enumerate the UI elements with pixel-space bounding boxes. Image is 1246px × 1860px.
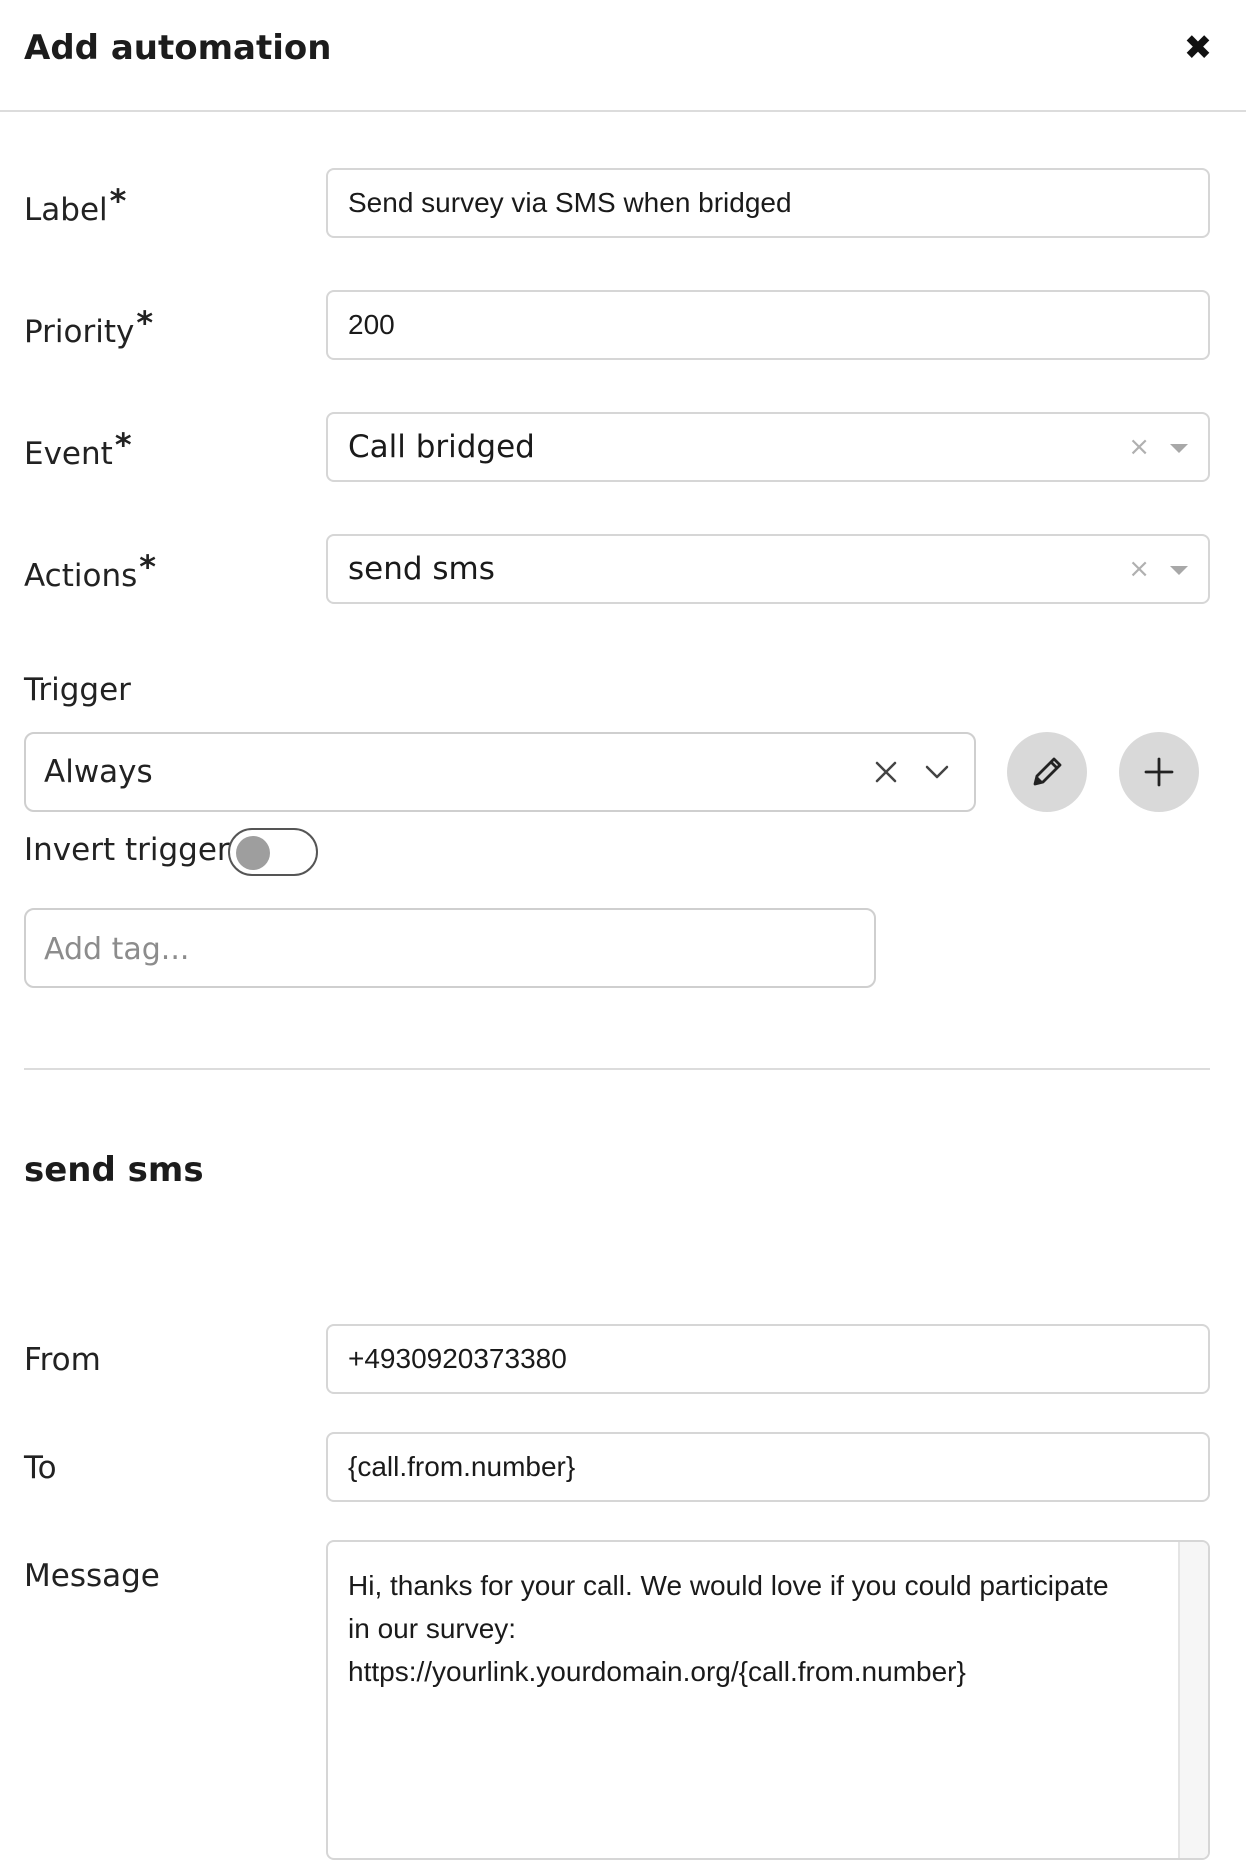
event-field-label-text: Event [24, 436, 113, 472]
toggle-knob [236, 836, 270, 870]
event-field-label: Event* [24, 426, 132, 472]
from-input[interactable]: +4930920373380 [326, 1324, 1210, 1394]
required-marker: * [139, 548, 156, 586]
to-input[interactable]: {call.from.number} [326, 1432, 1210, 1502]
dialog-title: Add automation [24, 28, 332, 68]
label-input[interactable]: Send survey via SMS when bridged [326, 168, 1210, 238]
trigger-select-value: Always [44, 754, 153, 790]
actions-select[interactable]: send sms × [326, 534, 1210, 604]
tag-input-box[interactable] [24, 908, 876, 988]
invert-trigger-label: Invert trigger [24, 832, 230, 868]
priority-field-label-text: Priority [24, 314, 135, 350]
label-input-value: Send survey via SMS when bridged [348, 187, 792, 218]
caret-down-icon[interactable] [1170, 444, 1188, 453]
message-field-label: Message [24, 1558, 160, 1594]
tag-input[interactable] [42, 924, 846, 974]
message-line: https://yourlink.yourdomain.org/{call.fr… [348, 1656, 966, 1687]
add-trigger-button[interactable] [1119, 732, 1199, 812]
trigger-label: Trigger [24, 672, 131, 708]
message-textarea[interactable]: Hi, thanks for your call. We would love … [326, 1540, 1210, 1860]
required-marker: * [114, 426, 132, 464]
priority-input[interactable]: 200 [326, 290, 1210, 360]
close-icon[interactable]: ✖ [1180, 28, 1216, 68]
message-line: in our survey: [348, 1613, 517, 1644]
section-divider [24, 1068, 1210, 1070]
to-input-value: {call.from.number} [348, 1451, 576, 1482]
caret-down-icon[interactable] [1170, 566, 1188, 575]
pencil-icon [1033, 757, 1062, 786]
priority-input-value: 200 [348, 309, 395, 340]
from-input-value: +4930920373380 [348, 1343, 567, 1374]
required-marker: * [109, 182, 127, 220]
invert-trigger-toggle[interactable] [228, 828, 318, 876]
required-marker: * [136, 304, 154, 342]
label-field-label: Label* [24, 182, 126, 228]
to-field-label: To [24, 1450, 57, 1486]
clear-icon[interactable]: × [1128, 536, 1150, 602]
actions-field-label: Actions* [24, 548, 156, 594]
message-line: Hi, thanks for your call. We would love … [348, 1570, 1109, 1601]
section-title: send sms [24, 1150, 204, 1190]
message-text: Hi, thanks for your call. We would love … [348, 1564, 1168, 1693]
trigger-select[interactable]: Always [24, 732, 976, 812]
clear-icon[interactable] [872, 758, 900, 786]
actions-select-value: send sms [348, 551, 495, 587]
textarea-scrollbar[interactable] [1178, 1542, 1208, 1858]
priority-field-label: Priority* [24, 304, 153, 350]
clear-icon[interactable]: × [1128, 414, 1150, 480]
plus-icon [1144, 757, 1174, 787]
dialog-header: Add automation ✖ [0, 0, 1246, 112]
edit-trigger-button[interactable] [1007, 732, 1087, 812]
chevron-down-icon[interactable] [922, 758, 952, 786]
event-select[interactable]: Call bridged × [326, 412, 1210, 482]
from-field-label: From [24, 1342, 101, 1378]
label-field-label-text: Label [24, 192, 108, 228]
event-select-value: Call bridged [348, 429, 535, 465]
actions-field-label-text: Actions [24, 558, 138, 594]
